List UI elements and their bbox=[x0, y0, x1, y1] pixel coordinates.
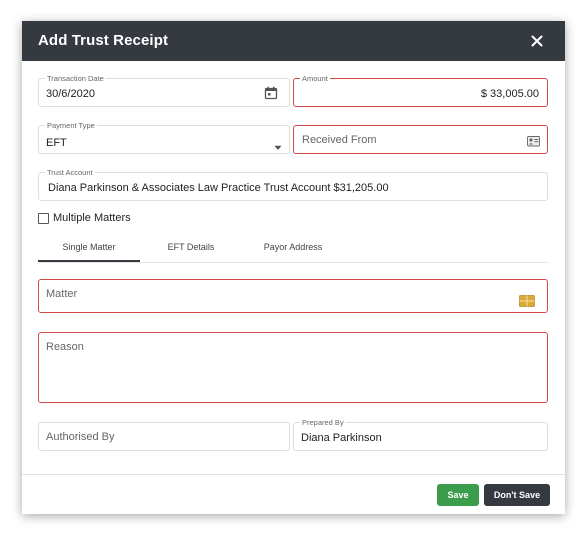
calendar-icon[interactable] bbox=[264, 86, 278, 105]
dialog-header: Add Trust Receipt bbox=[22, 21, 565, 61]
dont-save-button[interactable]: Don't Save bbox=[484, 484, 550, 506]
tab-single-matter[interactable]: Single Matter bbox=[38, 235, 140, 262]
add-trust-receipt-dialog: Add Trust Receipt Transaction Date 30/6/… bbox=[22, 21, 565, 514]
tab-payor-address[interactable]: Payor Address bbox=[242, 235, 344, 261]
authorised-by-placeholder: Authorised By bbox=[46, 431, 115, 443]
trust-account-select[interactable]: Trust Account Diana Parkinson & Associat… bbox=[38, 168, 548, 201]
trust-account-label: Trust Account bbox=[45, 168, 95, 177]
receipt-tabs: Single Matter EFT Details Payor Address bbox=[38, 235, 549, 263]
matter-placeholder: Matter bbox=[46, 288, 78, 300]
payment-type-value: EFT bbox=[46, 137, 67, 149]
folder-grid-icon[interactable] bbox=[519, 294, 535, 312]
tab-eft-details[interactable]: EFT Details bbox=[140, 235, 242, 261]
prepared-by-value: Diana Parkinson bbox=[301, 432, 382, 444]
multiple-matters-label: Multiple Matters bbox=[53, 212, 131, 224]
amount-label: Amount bbox=[300, 74, 330, 83]
reason-placeholder: Reason bbox=[46, 341, 84, 353]
received-from-field[interactable]: Received From bbox=[293, 125, 548, 154]
authorised-by-field[interactable]: Authorised By bbox=[38, 422, 290, 451]
transaction-date-label: Transaction Date bbox=[45, 74, 106, 83]
matter-field[interactable]: Matter bbox=[38, 279, 548, 313]
amount-field[interactable]: Amount $ 33,005.00 bbox=[293, 74, 548, 107]
contact-card-icon[interactable] bbox=[527, 134, 540, 152]
payment-type-label: Payment Type bbox=[45, 121, 97, 130]
received-from-placeholder: Received From bbox=[302, 134, 377, 146]
close-icon[interactable] bbox=[527, 31, 547, 51]
save-button[interactable]: Save bbox=[437, 484, 479, 506]
dialog-title: Add Trust Receipt bbox=[38, 32, 169, 49]
dialog-footer: Save Don't Save bbox=[22, 474, 565, 514]
trust-account-value: Diana Parkinson & Associates Law Practic… bbox=[48, 182, 389, 194]
multiple-matters-checkbox[interactable] bbox=[38, 213, 49, 224]
transaction-date-field[interactable]: Transaction Date 30/6/2020 bbox=[38, 74, 290, 107]
payment-type-select[interactable]: Payment Type EFT bbox=[38, 121, 290, 156]
prepared-by-label: Prepared By bbox=[300, 418, 346, 427]
prepared-by-field[interactable]: Prepared By Diana Parkinson bbox=[293, 418, 548, 451]
reason-textarea[interactable]: Reason bbox=[38, 332, 548, 403]
transaction-date-value: 30/6/2020 bbox=[46, 88, 95, 100]
caret-down-icon bbox=[274, 138, 282, 156]
amount-value: $ 33,005.00 bbox=[480, 88, 539, 100]
